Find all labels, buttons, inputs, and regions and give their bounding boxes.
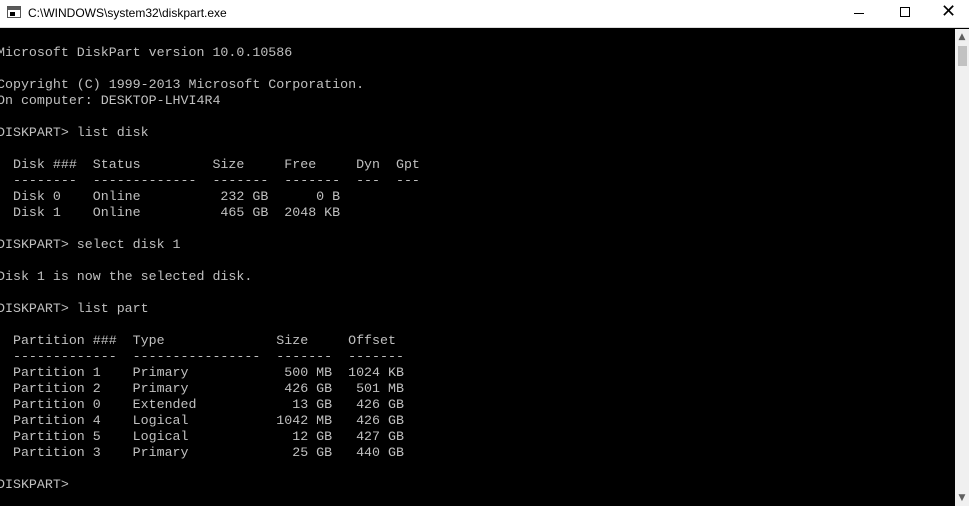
console-line: DISKPART> select disk 1 (0, 237, 181, 252)
console-line: Partition 3 Primary 25 GB 440 GB (0, 445, 404, 460)
scroll-up-arrow-icon[interactable]: ▲ (955, 29, 969, 45)
console-line: Disk 1 is now the selected disk. (0, 269, 253, 284)
minimize-icon (854, 13, 864, 14)
console-line: Copyright (C) 1999-2013 Microsoft Corpor… (0, 77, 365, 92)
console-line: ------------- ---------------- ------- -… (0, 349, 404, 364)
console-line: Microsoft DiskPart version 10.0.10586 (0, 45, 293, 60)
console-line: Partition 5 Logical 12 GB 427 GB (0, 429, 404, 444)
console-line: DISKPART> list part (0, 301, 149, 316)
console-line: -------- ------------- ------- ------- -… (0, 173, 420, 188)
console-line: Partition 0 Extended 13 GB 426 GB (0, 397, 404, 412)
console-line: Partition 2 Primary 426 GB 501 MB (0, 381, 404, 396)
close-icon: ✕ (941, 1, 957, 22)
console-output[interactable]: Microsoft DiskPart version 10.0.10586 Cop… (0, 29, 955, 506)
title-bar[interactable]: C:\WINDOWS\system32\diskpart.exe ✕ (0, 0, 969, 28)
console-line: Partition ### Type Size Offset (0, 333, 396, 348)
minimize-button[interactable] (835, 0, 881, 28)
scroll-down-arrow-icon[interactable]: ▼ (955, 490, 969, 506)
maximize-button[interactable] (881, 0, 927, 28)
console-line: Partition 4 Logical 1042 MB 426 GB (0, 413, 404, 428)
console-line: Partition 1 Primary 500 MB 1024 KB (0, 365, 404, 380)
close-button[interactable]: ✕ (927, 0, 969, 28)
console-line: Disk 0 Online 232 GB 0 B (0, 189, 341, 204)
console-line: On computer: DESKTOP-LHVI4R4 (0, 93, 221, 108)
console-line: Disk ### Status Size Free Dyn Gpt (0, 157, 420, 172)
console-line: DISKPART> (0, 477, 77, 492)
maximize-icon (900, 7, 910, 17)
console-line: Disk 1 Online 465 GB 2048 KB (0, 205, 341, 220)
scrollbar-thumb[interactable] (958, 46, 967, 66)
console-line: DISKPART> list disk (0, 125, 149, 140)
vertical-scrollbar[interactable]: ▲ ▼ (955, 29, 969, 506)
window-title: C:\WINDOWS\system32\diskpart.exe (28, 6, 227, 20)
console-app-icon[interactable] (7, 6, 21, 18)
